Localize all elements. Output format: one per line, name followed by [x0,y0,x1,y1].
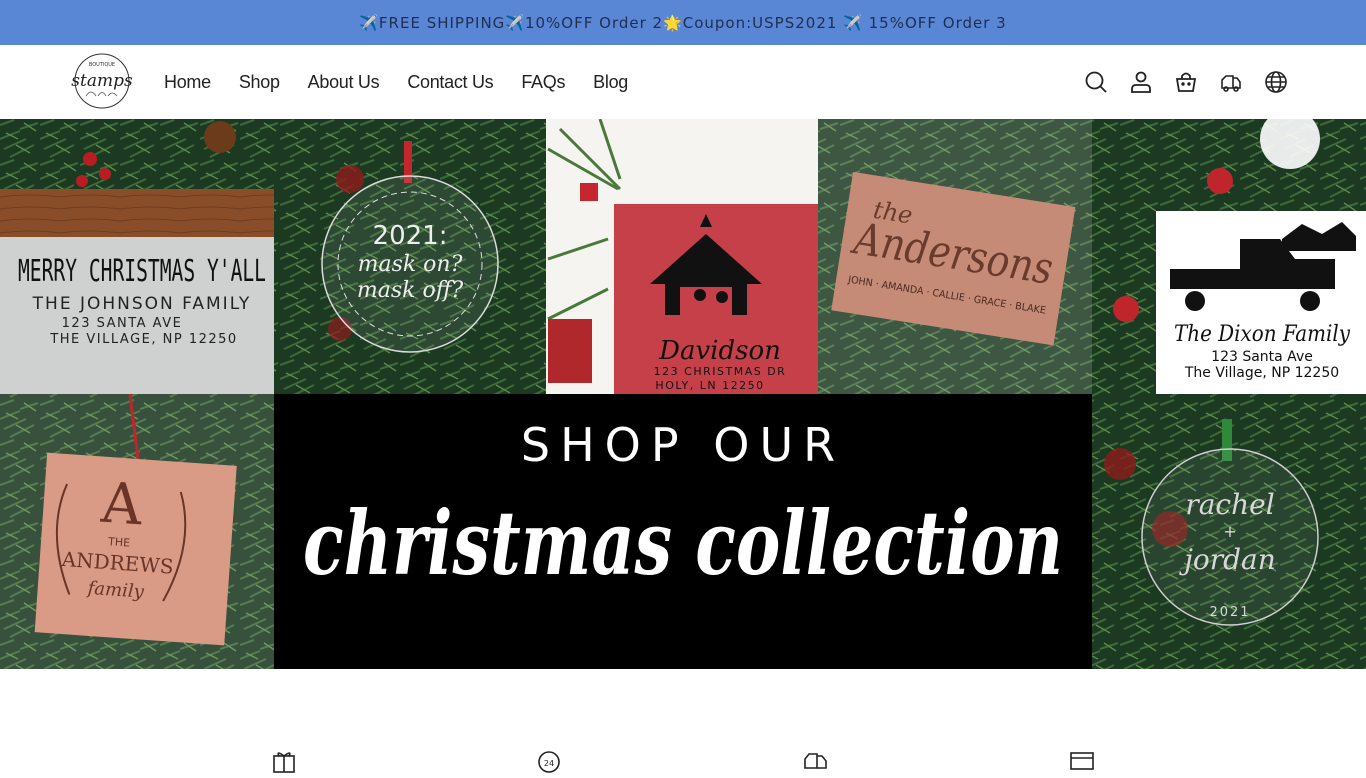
nav-home[interactable]: Home [164,72,211,93]
hero-banner[interactable]: MERRY CHRISTMAS Y'ALL THE JOHNSON FAMILY… [0,119,1366,669]
site-header: BOUTIQUE stamps Home Shop About Us Conta… [0,45,1366,119]
davidson-name: Davidson [658,336,781,366]
dixon-line2: The Village, NP 12250 [1184,365,1339,381]
merry-line2: THE JOHNSON FAMILY [32,294,252,314]
davidson-line1: 123 CHRISTMAS DR [654,365,787,378]
merry-line4: THE VILLAGE, NP 12250 [49,332,237,347]
account-icon[interactable] [1129,70,1153,94]
support-24-icon: 24 [536,748,562,773]
tile-andersons-ornament[interactable]: the Andersons JOHN · AMANDA · CALLIE · G… [818,119,1092,394]
mask-line3: mask off? [357,278,463,303]
nav-blog[interactable]: Blog [593,72,628,93]
banner-top-text: SHOP OUR [521,418,845,472]
merry-line1: MERRY CHRISTMAS Y'ALL [18,254,266,289]
rachel-year: 2021 [1209,605,1250,620]
davidson-line2: HOLY, LN 12250 [655,379,764,392]
rachel-line3: jordan [1178,543,1276,576]
announcement-bar: ✈️FREE SHIPPING✈️10%OFF Order 2🌟Coupon:U… [0,0,1366,45]
tile-andrews-ornament[interactable]: A THE ANDREWS family [0,393,274,669]
site-logo[interactable]: BOUTIQUE stamps [66,52,138,110]
logo-main-text: stamps [71,71,133,91]
banner-script-text: christmas collection [303,491,1063,595]
andrews-family: family [85,578,145,603]
shipping-truck-icon[interactable] [1219,70,1243,94]
merry-line3: 123 SANTA AVE [62,316,183,331]
logo-top-text: BOUTIQUE [89,62,115,68]
nav-shop[interactable]: Shop [239,72,280,93]
announcement-text: ✈️FREE SHIPPING✈️10%OFF Order 2🌟Coupon:U… [359,13,1007,32]
payment-card-icon [1069,748,1095,770]
andrews-the: THE [107,535,131,550]
cart-icon[interactable] [1174,70,1198,94]
shipping-truck-icon [802,748,828,769]
tile-merry-christmas[interactable]: MERRY CHRISTMAS Y'ALL THE JOHNSON FAMILY… [0,119,274,394]
tile-shop-christmas-collection[interactable]: SHOP OUR christmas collection [274,394,1092,669]
tile-rachel-jordan-ornament[interactable]: rachel + jordan 2021 [1092,394,1366,669]
nav-about-us[interactable]: About Us [308,72,380,93]
main-nav: Home Shop About Us Contact Us FAQs Blog [164,45,656,119]
rachel-line2: + [1223,522,1236,541]
tile-davidson-stamp[interactable]: Davidson 123 CHRISTMAS DR HOLY, LN 12250 [546,119,818,394]
tile-dixon-stamp[interactable]: The Dixon Family 123 Santa Ave The Villa… [1092,119,1366,394]
svg-text:24: 24 [544,759,554,768]
nav-contact-us[interactable]: Contact Us [407,72,493,93]
mask-line1: 2021: [373,221,448,251]
gift-box-icon [271,748,297,773]
nav-faqs[interactable]: FAQs [521,72,565,93]
dixon-line1: 123 Santa Ave [1211,349,1313,365]
search-icon[interactable] [1084,70,1108,94]
tile-mask-ornament[interactable]: 2021: mask on? mask off? [274,119,546,394]
dixon-name: The Dixon Family [1174,322,1351,347]
header-icons [1084,45,1288,119]
andrews-initial: A [98,471,144,539]
feature-icons-row: 24 [0,748,1366,773]
mask-line2: mask on? [358,252,463,277]
rachel-line1: rachel [1185,488,1274,521]
globe-icon[interactable] [1264,70,1288,94]
